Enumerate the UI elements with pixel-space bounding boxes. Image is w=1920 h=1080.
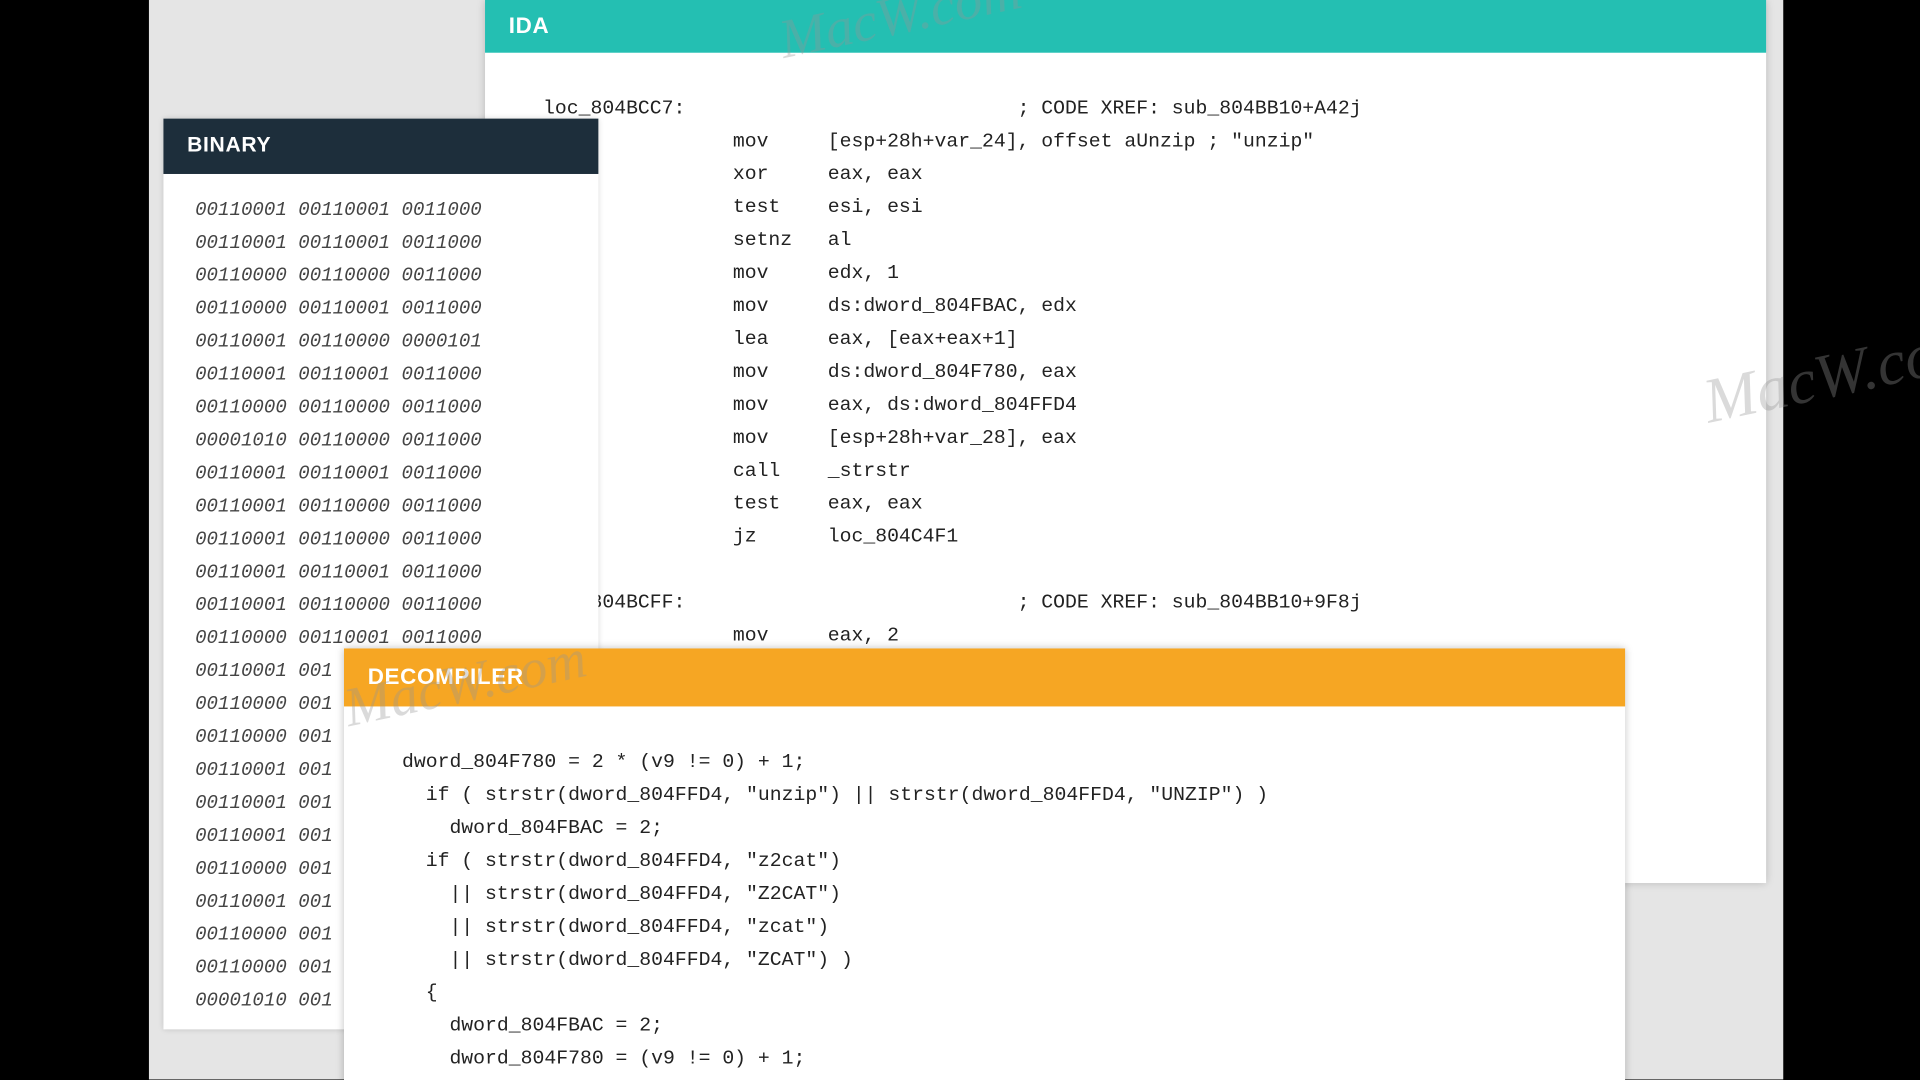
binary-header: BINARY: [163, 119, 598, 174]
decompiler-code[interactable]: dword_804F780 = 2 * (v9 != 0) + 1; if ( …: [344, 706, 1625, 1080]
decompiler-panel: DECOMPILER dword_804F780 = 2 * (v9 != 0)…: [344, 648, 1625, 1080]
decompiler-header: DECOMPILER: [344, 648, 1625, 706]
ida-header: IDA: [485, 0, 1766, 53]
